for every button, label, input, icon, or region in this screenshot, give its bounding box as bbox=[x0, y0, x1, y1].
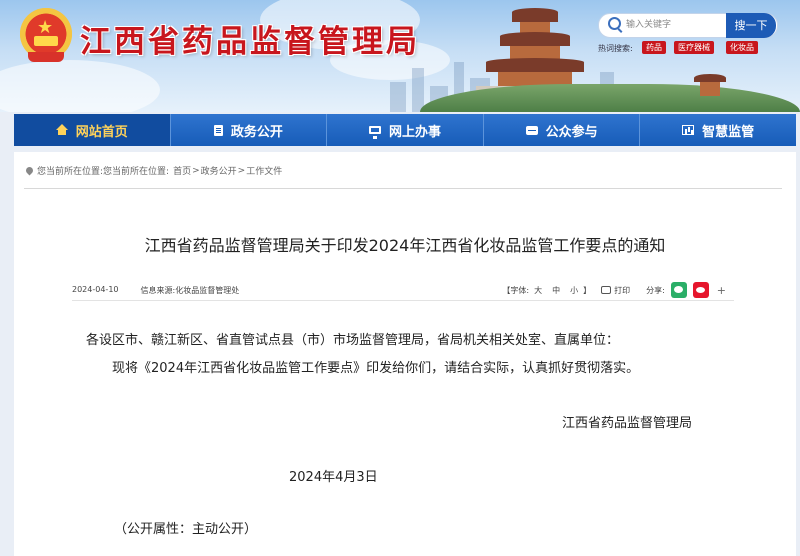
nav-item-label: 政务公开 bbox=[230, 124, 283, 140]
site-header: ★ 江西省药品监督管理局 搜一下 热词搜索: 药品 医疗器械 化妆品 bbox=[0, 0, 800, 112]
font-size-large[interactable]: 大 bbox=[534, 285, 542, 296]
weibo-share-icon[interactable] bbox=[692, 282, 709, 298]
publish-date: 2024-04-10 bbox=[72, 285, 119, 294]
search-button[interactable]: 搜一下 bbox=[726, 13, 776, 38]
chart-icon bbox=[682, 125, 695, 135]
share-label: 分享: bbox=[646, 285, 665, 295]
national-emblem-icon: ★ bbox=[20, 8, 72, 62]
document-icon bbox=[213, 124, 223, 136]
search-input[interactable] bbox=[624, 14, 724, 36]
main-nav: 网站首页 政务公开 网上办事 公众参与 智慧监管 bbox=[14, 114, 796, 146]
meta-divider bbox=[72, 300, 734, 301]
breadcrumb-prefix: 您当前所在位置: bbox=[37, 167, 104, 177]
print-button[interactable]: 打印 bbox=[614, 285, 630, 296]
chat-icon bbox=[525, 125, 538, 135]
search-icon bbox=[608, 17, 621, 30]
breadcrumb-home[interactable]: 首页 bbox=[173, 164, 191, 177]
article-title: 江西省药品监督管理局关于印发2024年江西省化妆品监管工作要点的通知 bbox=[144, 236, 666, 255]
breadcrumb-separator: > bbox=[192, 165, 200, 176]
font-size-small[interactable]: 小 bbox=[570, 285, 578, 296]
article-tools: 【字体: 大 中 小 】 打印 分享: + bbox=[502, 282, 726, 298]
home-icon bbox=[55, 124, 68, 135]
wechat-share-icon[interactable] bbox=[670, 282, 687, 298]
public-attribute: （公开属性：主动公开） bbox=[114, 522, 258, 537]
breadcrumb-separator: > bbox=[237, 165, 246, 176]
share-more-button[interactable]: + bbox=[717, 284, 726, 297]
nav-item-online-services[interactable]: 网上办事 bbox=[327, 114, 484, 146]
nav-item-label: 网站首页 bbox=[75, 124, 128, 140]
nav-item-home[interactable]: 网站首页 bbox=[14, 114, 171, 146]
breadcrumb-work-documents[interactable]: 工作文件 bbox=[246, 164, 282, 177]
cloud-decoration bbox=[0, 60, 160, 112]
nav-item-public-participation[interactable]: 公众参与 bbox=[484, 114, 641, 146]
article-body: 现将《2024年江西省化妆品监管工作要点》印发给你们，请结合实际，认真抓好贯彻落… bbox=[112, 361, 640, 376]
hot-word-drugs[interactable]: 药品 bbox=[642, 41, 666, 54]
hot-search-label: 热词搜索: bbox=[598, 44, 633, 53]
breadcrumb: 您当前所在位置: 您当前所在位置: 首页 > 政务公开 > 工作文件 bbox=[24, 164, 282, 177]
site-title: 江西省药品监督管理局 bbox=[80, 24, 420, 60]
info-source-value: 化妆品监督管理处 bbox=[175, 286, 240, 295]
nav-item-smart-supervision[interactable]: 智慧监管 bbox=[640, 114, 796, 146]
breadcrumb-government-affairs[interactable]: 政务公开 bbox=[201, 164, 237, 177]
font-size-close: 】 bbox=[583, 285, 592, 295]
breadcrumb-prefix-repeat: 您当前所在位置: bbox=[103, 167, 170, 177]
article-panel: 您当前所在位置: 您当前所在位置: 首页 > 政务公开 > 工作文件 江西省药品… bbox=[14, 152, 796, 556]
monitor-icon bbox=[368, 126, 381, 139]
font-size-label: 【字体: bbox=[502, 285, 530, 295]
nav-item-label: 公众参与 bbox=[545, 124, 598, 140]
breadcrumb-divider bbox=[24, 188, 782, 189]
hot-word-medical-devices[interactable]: 医疗器械 bbox=[674, 41, 714, 54]
location-pin-icon bbox=[24, 165, 35, 176]
article-salutation: 各设区市、赣江新区、省直管试点县（市）市场监督管理局，省局机关相关处室、直属单位… bbox=[86, 333, 620, 348]
nav-item-label: 网上办事 bbox=[388, 124, 441, 140]
nav-item-government-affairs[interactable]: 政务公开 bbox=[171, 114, 328, 146]
hot-word-cosmetics[interactable]: 化妆品 bbox=[726, 41, 758, 54]
article-sign-date: 2024年4月3日 bbox=[289, 470, 378, 485]
font-size-medium[interactable]: 中 bbox=[552, 285, 560, 296]
small-pavilion-image bbox=[690, 74, 730, 104]
info-source: 信息来源:化妆品监督管理处 bbox=[141, 285, 240, 296]
print-icon[interactable] bbox=[601, 286, 612, 294]
info-source-label: 信息来源: bbox=[140, 286, 176, 295]
nav-item-label: 智慧监管 bbox=[702, 124, 755, 140]
article-meta: 2024-04-10 信息来源:化妆品监督管理处 bbox=[72, 285, 239, 296]
article-signer: 江西省药品监督管理局 bbox=[562, 416, 693, 431]
